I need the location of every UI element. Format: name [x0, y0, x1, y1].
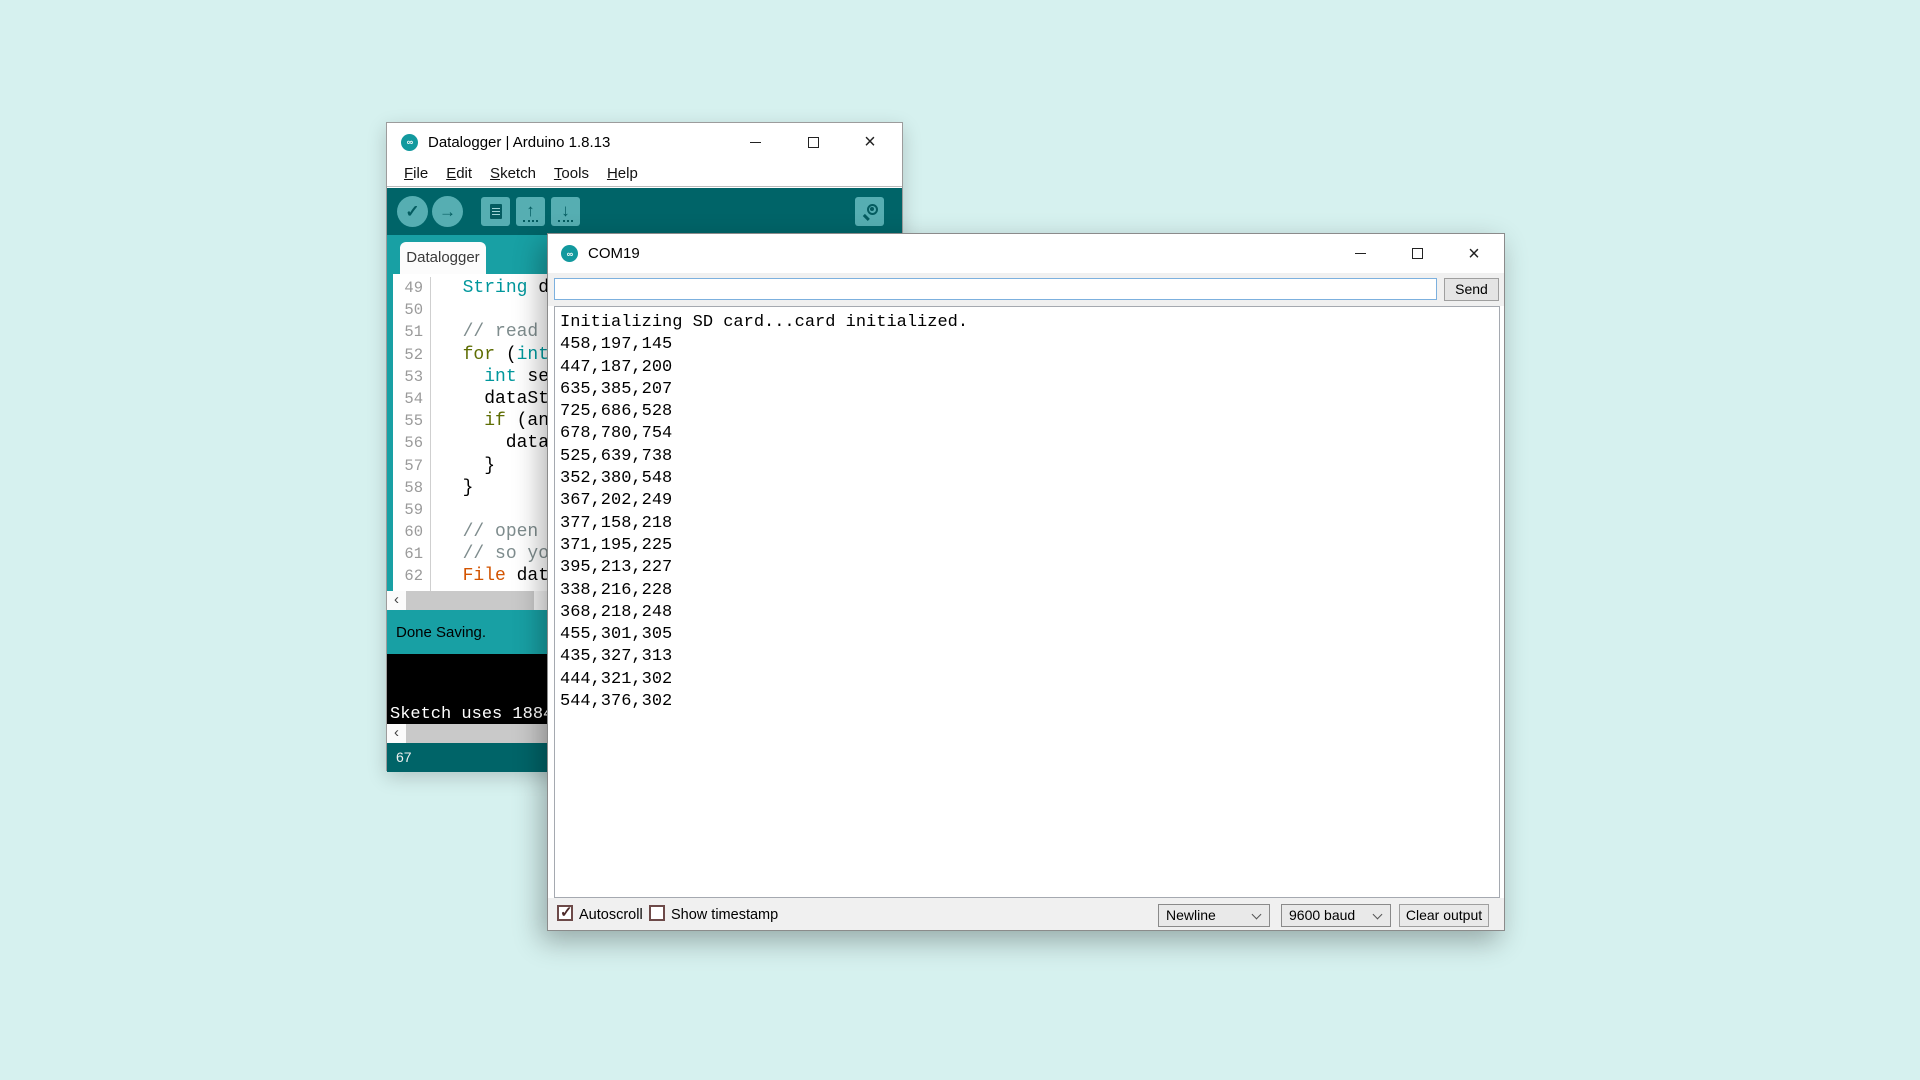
verify-button[interactable]: ✓ — [397, 196, 428, 227]
line-number: 49 — [393, 277, 431, 299]
line-ending-dropdown[interactable]: Newline — [1158, 904, 1270, 927]
serial-output-line: 544,376,302 — [560, 691, 1499, 713]
code-text — [431, 499, 441, 521]
serial-monitor-button[interactable] — [855, 197, 884, 226]
serial-bottom-bar: ✓ Autoscroll Show timestamp Newline 9600… — [548, 898, 1504, 930]
line-number: 50 — [393, 299, 431, 321]
arduino-logo-icon: ∞ — [561, 245, 578, 262]
serial-monitor-window: ∞ COM19 × Send Initializing SD card...ca… — [547, 233, 1505, 931]
baud-rate-value: 9600 baud — [1289, 907, 1355, 923]
scroll-left-icon[interactable]: ‹ — [387, 724, 406, 743]
serial-maximize-button[interactable] — [1394, 234, 1440, 273]
ide-minimize-button[interactable] — [732, 123, 778, 161]
serial-output-line: 458,197,145 — [560, 334, 1499, 356]
scroll-left-icon[interactable]: ‹ — [387, 591, 406, 610]
line-number: 58 — [393, 477, 431, 499]
maximize-icon — [808, 137, 819, 148]
serial-output-line: 338,216,228 — [560, 580, 1499, 602]
serial-output: Initializing SD card...card initialized.… — [554, 306, 1500, 898]
code-text — [431, 299, 441, 321]
status-message: Done Saving. — [396, 624, 486, 641]
arduino-logo-icon: ∞ — [401, 134, 418, 151]
line-number: 53 — [393, 366, 431, 388]
menu-sketch[interactable]: Sketch — [481, 163, 545, 184]
editor-hscrollbar-thumb[interactable] — [406, 591, 534, 610]
line-number: 61 — [393, 543, 431, 565]
desktop: { "colors": { "desktop_bg": "#d6f1ef", "… — [0, 0, 1920, 1080]
menu-file[interactable]: File — [395, 163, 437, 184]
autoscroll-checkbox[interactable]: ✓ — [557, 905, 573, 921]
checkmark-icon: ✓ — [560, 903, 573, 921]
serial-output-line: 444,321,302 — [560, 669, 1499, 691]
line-number: 59 — [393, 499, 431, 521]
chevron-down-icon — [1252, 910, 1262, 920]
open-sketch-button[interactable]: ↑ — [516, 197, 545, 226]
send-button[interactable]: Send — [1444, 278, 1499, 301]
serial-output-line: 371,195,225 — [560, 535, 1499, 557]
serial-output-line: 377,158,218 — [560, 513, 1499, 535]
ide-toolbar: ✓ → ↑ ↓ — [387, 188, 902, 235]
new-sketch-button[interactable] — [481, 197, 510, 226]
line-number: 56 — [393, 432, 431, 454]
tab-datalogger[interactable]: Datalogger — [400, 242, 486, 274]
code-text: } — [431, 455, 495, 477]
serial-output-line: Initializing SD card...card initialized. — [560, 312, 1499, 334]
down-arrow-icon: ↓ — [558, 202, 573, 222]
line-ending-value: Newline — [1166, 907, 1216, 923]
serial-output-line: 352,380,548 — [560, 468, 1499, 490]
document-icon — [490, 204, 502, 219]
serial-output-line: 455,301,305 — [560, 624, 1499, 646]
ide-maximize-button[interactable] — [790, 123, 836, 161]
line-number: 55 — [393, 410, 431, 432]
line-number: 52 — [393, 344, 431, 366]
code-text: } — [431, 477, 473, 499]
menu-tools[interactable]: Tools — [545, 163, 598, 184]
baud-rate-dropdown[interactable]: 9600 baud — [1281, 904, 1391, 927]
menu-help[interactable]: Help — [598, 163, 647, 184]
serial-minimize-button[interactable] — [1337, 234, 1383, 273]
clear-output-button[interactable]: Clear output — [1399, 904, 1489, 927]
up-arrow-icon: ↑ — [523, 202, 538, 222]
serial-close-button[interactable]: × — [1451, 234, 1497, 273]
line-number: 60 — [393, 521, 431, 543]
serial-output-line: 447,187,200 — [560, 357, 1499, 379]
show-timestamp-checkbox[interactable] — [649, 905, 665, 921]
autoscroll-label: Autoscroll — [579, 907, 643, 923]
save-sketch-button[interactable]: ↓ — [551, 197, 580, 226]
serial-input-row: Send — [548, 273, 1504, 306]
serial-window-title: COM19 — [588, 245, 640, 262]
close-icon: × — [864, 132, 876, 152]
close-icon: × — [1468, 244, 1480, 264]
right-arrow-icon: → — [439, 203, 456, 220]
line-number: 54 — [393, 388, 431, 410]
serial-output-line: 368,218,248 — [560, 602, 1499, 624]
show-timestamp-label: Show timestamp — [671, 907, 778, 923]
serial-output-line: 525,639,738 — [560, 446, 1499, 468]
line-number: 51 — [393, 321, 431, 343]
serial-output-line: 367,202,249 — [560, 490, 1499, 512]
magnifier-icon — [862, 204, 878, 220]
ide-menubar: File Edit Sketch Tools Help — [387, 161, 902, 187]
serial-output-line: 635,385,207 — [560, 379, 1499, 401]
serial-send-input[interactable] — [554, 278, 1437, 300]
minimize-icon — [750, 142, 761, 143]
chevron-down-icon — [1373, 910, 1383, 920]
serial-output-line: 678,780,754 — [560, 423, 1499, 445]
serial-output-line: 725,686,528 — [560, 401, 1499, 423]
serial-output-line: 395,213,227 — [560, 557, 1499, 579]
maximize-icon — [1412, 248, 1423, 259]
menu-edit[interactable]: Edit — [437, 163, 481, 184]
serial-output-line: 435,327,313 — [560, 646, 1499, 668]
line-number: 62 — [393, 565, 431, 587]
checkmark-icon: ✓ — [405, 203, 419, 220]
ide-close-button[interactable]: × — [847, 123, 893, 161]
line-number-indicator: 67 — [396, 749, 412, 765]
line-number: 57 — [393, 455, 431, 477]
minimize-icon — [1355, 253, 1366, 254]
ide-window-title: Datalogger | Arduino 1.8.13 — [428, 134, 610, 151]
upload-button[interactable]: → — [432, 196, 463, 227]
